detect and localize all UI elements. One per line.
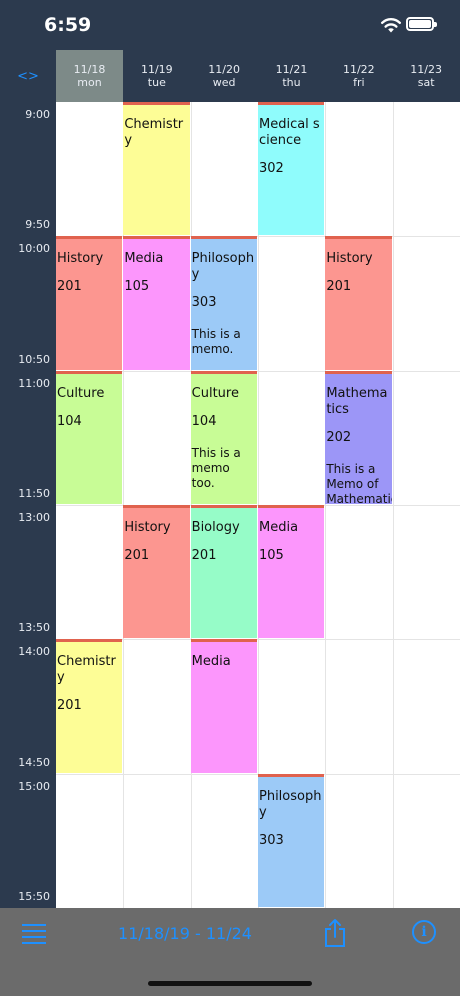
period-start-time: 11:00 [18,376,50,390]
period-end-time: 9:50 [25,218,50,232]
class-name: Culture [191,385,239,401]
class-name: Chemistry [57,654,116,686]
bottom-toolbar: 11/18/19 - 11/24 i [0,908,460,996]
class-memo: This is a memo too. [191,445,241,490]
week-range-label[interactable]: 11/18/19 - 11/24 [110,924,260,943]
menu-icon[interactable] [22,924,46,944]
class-name: Philosophy [258,788,322,820]
class-room: 201 [326,279,352,295]
class-cell[interactable]: Biology 201 [190,504,257,639]
class-name: Medical science [258,117,320,148]
day-header-wed[interactable]: 11/20 wed [191,50,258,102]
class-room: 202 [326,429,352,445]
class-room: 105 [124,279,150,295]
status-time: 6:59 [44,14,92,36]
class-room: 104 [57,413,82,429]
class-room: 201 [57,698,82,714]
class-cell[interactable]: History 201 [56,236,123,370]
class-name: Media [191,654,231,670]
day-date: 11/21 [275,63,308,76]
class-cell[interactable]: Media 105 [123,236,190,370]
class-room: 201 [191,547,217,563]
timetable-grid: Chemistry Medical science 302 History 201 Med… [56,102,460,908]
class-name: Media [124,251,164,267]
home-indicator [148,981,312,986]
day-weekday: wed [212,76,236,89]
day-weekday: fri [353,76,365,89]
week-header: <> 11/18 mon 11/19 tue 11/20 wed 11/21 thu 11/22… [0,50,460,102]
class-name: Culture [57,385,105,401]
day-weekday: mon [77,76,102,89]
class-room: 104 [191,413,217,429]
day-date: 11/22 [342,63,375,76]
class-cell[interactable]: History 201 [123,504,190,639]
day-weekday: tue [147,76,166,89]
period-end-time: 10:50 [18,352,50,366]
period-end-time: 11:50 [18,486,50,500]
wifi-icon [381,18,401,33]
info-icon[interactable]: i [412,920,436,944]
class-room: 303 [191,295,217,311]
day-header-sat[interactable]: 11/23 sat [393,50,460,102]
day-header-thu[interactable]: 11/21 thu [258,50,325,102]
class-name: History [124,519,171,535]
day-date: 11/18 [73,63,106,76]
day-weekday: sat [417,76,435,89]
class-cell[interactable]: Media 105 [257,504,325,639]
class-name: Media [258,519,299,535]
day-header-tue[interactable]: 11/19 tue [123,50,190,102]
day-header-mon[interactable]: 11/18 mon [56,50,123,102]
class-cell[interactable]: Media [190,639,257,773]
class-name: History [326,251,373,267]
period-end-time: 13:50 [18,621,50,635]
class-cell[interactable]: Culture 104 [56,370,123,504]
class-cell[interactable]: History 201 [325,236,392,370]
class-cell[interactable]: Philosophy 303 [257,773,325,907]
class-cell[interactable]: Chemistry 201 [56,639,123,773]
class-name: History [57,251,104,267]
class-room: 201 [124,547,150,563]
class-memo: This is a Memo of Mathematics. [326,461,391,504]
class-room: 105 [258,547,284,563]
period-start-time: 9:00 [25,108,50,121]
day-header-fri[interactable]: 11/22 fri [325,50,392,102]
class-cell[interactable]: Medical science 302 [257,102,325,236]
class-cell[interactable]: Mathematics 202 This is a Memo of Mathemat… [325,370,392,504]
class-name: Mathematics [326,385,388,417]
class-cell[interactable]: Culture 104 This is a memo too. [190,370,257,504]
day-date: 11/20 [208,63,240,76]
period-start-time: 14:00 [18,645,50,659]
class-cell[interactable]: Chemistry [123,102,190,236]
class-name: Chemistry [124,117,184,148]
class-name: Philosophy [191,251,255,283]
class-cell[interactable]: Philosophy 303 This is a memo. [190,236,257,370]
status-bar: 6:59 [0,0,460,50]
class-room: 302 [258,161,284,176]
period-end-time: 14:50 [18,755,50,769]
day-date: 11/19 [140,63,173,76]
share-icon[interactable] [322,918,348,948]
class-memo: This is a memo. [191,327,241,357]
period-start-time: 13:00 [18,510,50,524]
class-room: 201 [57,279,82,295]
period-start-time: 15:00 [18,779,50,793]
period-end-time: 15:50 [18,889,50,903]
class-name: Biology [191,519,240,535]
toggle-week-button[interactable]: <> [0,50,56,102]
day-weekday: thu [282,76,301,89]
day-date: 11/23 [410,63,442,76]
class-room: 303 [258,832,284,848]
period-start-time: 10:00 [18,242,50,256]
battery-icon [406,17,437,31]
